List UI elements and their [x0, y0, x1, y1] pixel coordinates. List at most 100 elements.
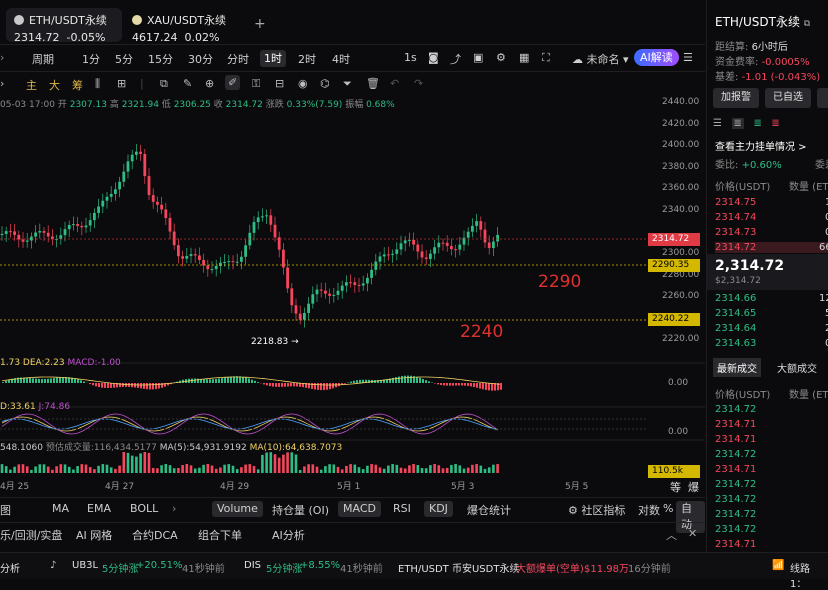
add-alert-button[interactable]: 加报警 [713, 88, 759, 108]
ticker-sym[interactable]: DIS [244, 560, 261, 571]
eye-icon[interactable]: ◉ [298, 77, 308, 90]
ask-price[interactable]: 2314.75 [715, 197, 756, 208]
ask-price[interactable]: 2314.73 [715, 227, 756, 238]
ticker-sym[interactable]: ETH/USDT 币安USDT永续 [398, 560, 519, 575]
link-icon[interactable]: ⧉ [160, 77, 168, 91]
chevron-right-icon[interactable]: › [172, 502, 176, 515]
candle-body [80, 226, 83, 227]
period-button[interactable]: 周期 [32, 51, 54, 67]
macd-bar [149, 383, 151, 389]
tool-big[interactable]: 大 [49, 77, 60, 93]
tf-1h[interactable]: 1时 [260, 50, 286, 67]
layout-icon[interactable]: ▣ [473, 51, 483, 64]
tf-line[interactable]: 分时 [227, 51, 249, 67]
filter-icon[interactable]: ⏷ [343, 77, 352, 91]
tab-dca[interactable]: 合约DCA [132, 527, 178, 543]
ind-boll[interactable]: BOLL [130, 502, 158, 515]
ruler-icon[interactable]: ⚿ [252, 77, 260, 91]
bid-book-icon[interactable]: ≣ [753, 118, 761, 129]
tab-combo[interactable]: 组合下单 [198, 527, 242, 543]
chevron-icon[interactable]: › [0, 77, 4, 90]
macd-bar [359, 380, 361, 383]
lock-icon[interactable]: ⊟ [275, 77, 284, 90]
tab-backtest[interactable]: 乐/回测/实盘 [0, 527, 62, 543]
menu-icon[interactable]: ☰ [683, 51, 693, 64]
candle-body [89, 220, 92, 225]
ask-price[interactable]: 2314.74 [715, 212, 756, 223]
pct-toggle[interactable]: % [663, 502, 673, 515]
ind-ema[interactable]: EMA [87, 502, 111, 515]
draw-icon[interactable]: ✐ [225, 75, 240, 90]
ask-price[interactable]: 2314.72 [715, 242, 828, 253]
chevron-left-icon[interactable]: › [0, 51, 4, 64]
redo-icon[interactable]: ↷ [414, 77, 423, 90]
annotation-2240[interactable]: 2240 [460, 322, 503, 342]
tf-5m[interactable]: 5分 [115, 51, 133, 67]
ind-volume[interactable]: Volume [212, 501, 263, 517]
tf-2h[interactable]: 2时 [298, 51, 316, 67]
tab-latest-trades[interactable]: 最新成交 [713, 358, 761, 377]
grid-icon[interactable]: ▦ [519, 51, 529, 64]
watchlist-button[interactable]: 已自选 [765, 88, 811, 108]
bid-price[interactable]: 2314.66 [715, 293, 756, 304]
bell-icon[interactable]: ♪ [50, 560, 56, 571]
macd-bar [29, 378, 31, 383]
fullscreen-icon[interactable]: ⛶ [542, 51, 550, 65]
bid-price[interactable]: 2314.63 [715, 338, 756, 349]
settings-icon[interactable]: ⚙ [496, 51, 506, 64]
ind-ma[interactable]: MA [52, 502, 69, 515]
macd-bar [101, 383, 103, 388]
tab-xau[interactable]: XAU/USDT永续 4617.24 0.02% [124, 8, 244, 42]
bars-icon[interactable]: ⫼ [95, 77, 100, 91]
bid-price[interactable]: 2314.64 [715, 323, 756, 334]
share-icon[interactable]: ⤴ [450, 51, 461, 67]
close-icon[interactable]: ✕ [688, 527, 697, 540]
tab-grid[interactable]: AI 网格 [76, 527, 112, 543]
tool-main[interactable]: 主 [26, 77, 37, 93]
undo-icon[interactable]: ↶ [390, 77, 399, 90]
magnet-icon[interactable]: ⌬ [320, 77, 330, 90]
ticker-sym[interactable]: UB3L [72, 560, 98, 571]
log-toggle[interactable]: 对数 [638, 502, 660, 518]
tf-30m[interactable]: 30分 [188, 51, 213, 67]
both-book-icon[interactable]: ≣ [732, 118, 744, 129]
chevron-up-icon[interactable]: ︿ [666, 527, 677, 543]
line-label[interactable]: 线路 1： [790, 560, 828, 590]
annotation-2290[interactable]: 2290 [538, 272, 581, 292]
ind-liq[interactable]: 爆仓统计 [467, 502, 511, 518]
ind-kdj[interactable]: KDJ [424, 501, 453, 517]
copy-icon[interactable]: ⧉ [804, 19, 810, 29]
trash-icon[interactable]: 🗑 [366, 77, 380, 90]
x-right-1[interactable]: 等 [670, 479, 681, 495]
unnamed-layout[interactable]: ☁ 未命名 ▾ [572, 51, 629, 67]
ind-rsi[interactable]: RSI [393, 502, 411, 515]
ask-book-icon[interactable]: ≣ [771, 118, 779, 129]
split-icon[interactable]: ⊞ [117, 77, 126, 90]
tab-eth[interactable]: ETH/USDT永续 2314.72 -0.05% [6, 8, 122, 42]
ind-oi[interactable]: 持仓量 (OI) [272, 502, 329, 518]
magnify-icon[interactable]: ⊕ [205, 77, 214, 90]
tf-1m[interactable]: 1分 [82, 51, 100, 67]
pen-icon[interactable]: ✎ [183, 77, 192, 90]
more-button[interactable] [817, 88, 828, 108]
volume-bar [299, 470, 302, 473]
candlestick-chart[interactable] [0, 95, 705, 495]
tf-4h[interactable]: 4时 [332, 51, 350, 67]
tab-ai-analysis[interactable]: AI分析 [272, 527, 305, 543]
menu-icon[interactable]: ☰ [713, 118, 722, 129]
ind-macd[interactable]: MACD [338, 501, 381, 517]
zoom-1s[interactable]: 1s [404, 51, 417, 64]
volume-bar [425, 468, 428, 473]
macd-bar [104, 383, 106, 388]
macd-bar [125, 383, 127, 387]
camera-icon[interactable]: ◙ [428, 51, 439, 64]
tab-large-trades[interactable]: 大额成交 [777, 360, 817, 375]
depth-link[interactable]: 查看主力挂单情况 > [715, 138, 807, 153]
indicator-settings[interactable]: ⚙ 社区指标 [568, 502, 625, 518]
bid-price[interactable]: 2314.65 [715, 308, 756, 319]
x-right-2[interactable]: 爆 [688, 479, 699, 495]
add-tab-button[interactable]: + [254, 16, 266, 32]
tool-chips[interactable]: 筹 [72, 77, 83, 93]
tf-15m[interactable]: 15分 [148, 51, 173, 67]
ai-button[interactable]: AI解读 [634, 49, 679, 66]
